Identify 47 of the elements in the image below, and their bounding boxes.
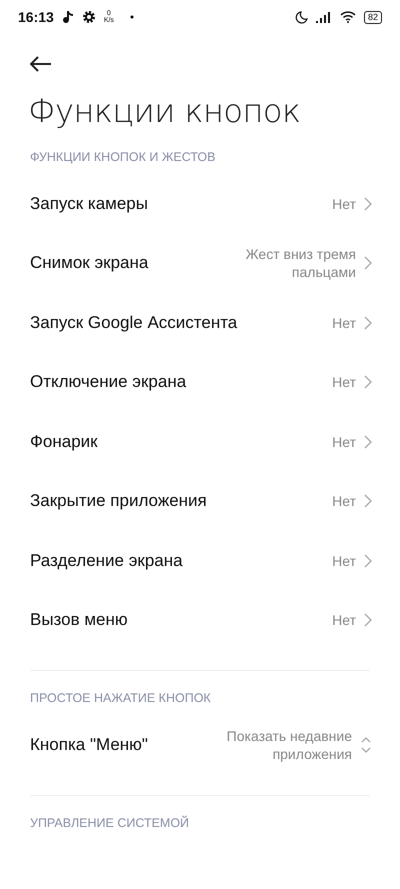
setting-label: Фонарик [30, 432, 99, 452]
gear-icon [82, 10, 96, 24]
chevron-right-icon [364, 613, 372, 628]
setting-label: Вызов меню [30, 610, 129, 630]
section-header: ПРОСТОЕ НАЖАТИЕ КНОПОК [30, 691, 212, 705]
setting-label: Кнопка "Меню" [30, 734, 149, 755]
setting-value: Жест вниз тремя пальцами [244, 245, 356, 282]
setting-value: Показать недавние приложения [226, 726, 352, 763]
setting-label: Запуск камеры [30, 194, 149, 214]
dot-icon [130, 15, 134, 19]
chevron-right-icon [364, 554, 372, 568]
setting-row[interactable]: Фонарик Нет [0, 412, 400, 472]
status-time: 16:13 [18, 9, 54, 25]
setting-value: Нет [332, 194, 356, 213]
chevron-right-icon [364, 316, 372, 330]
setting-label: Снимок экрана [30, 253, 150, 274]
setting-row[interactable]: Вызов меню Нет [0, 590, 400, 650]
page-title: Функции кнопок [28, 92, 302, 130]
wifi-icon [340, 11, 356, 23]
setting-value: Нет [332, 373, 356, 392]
battery-level: 82 [364, 10, 382, 24]
setting-row[interactable]: Кнопка "Меню" Показать недавние приложения [0, 715, 400, 774]
chevron-right-icon [364, 494, 372, 508]
setting-label: Отключение экрана [30, 372, 188, 392]
signal-icon [316, 11, 332, 23]
music-note-icon [62, 10, 74, 24]
setting-value: Нет [332, 492, 356, 510]
setting-row[interactable]: Разделение экрана Нет [0, 531, 400, 590]
setting-label: Закрытие приложения [30, 491, 208, 512]
setting-value: Нет [332, 611, 356, 630]
chevron-right-icon [364, 375, 372, 390]
setting-row[interactable]: Закрытие приложения Нет [0, 472, 400, 531]
setting-label: Разделение экрана [30, 550, 184, 571]
setting-row[interactable]: Снимок экрана Жест вниз тремя пальцами [0, 234, 400, 293]
chevron-right-icon [364, 256, 372, 270]
chevron-right-icon [364, 196, 372, 211]
setting-row[interactable]: Запуск Google Ассистента Нет [0, 293, 400, 352]
section-header: УПРАВЛЕНИЕ СИСТЕМОЙ [30, 816, 190, 830]
section-header: ФУНКЦИИ КНОПОК И ЖЕСТОВ [30, 150, 216, 164]
setting-value: Нет [332, 432, 356, 451]
setting-value: Нет [332, 552, 356, 570]
setting-row[interactable]: Запуск камеры Нет [0, 174, 400, 234]
setting-value: Нет [332, 314, 356, 332]
setting-label: Запуск Google Ассистента [30, 312, 238, 333]
setting-row[interactable]: Отключение экрана Нет [0, 352, 400, 412]
moon-icon [294, 10, 308, 24]
chevron-right-icon [364, 434, 372, 449]
